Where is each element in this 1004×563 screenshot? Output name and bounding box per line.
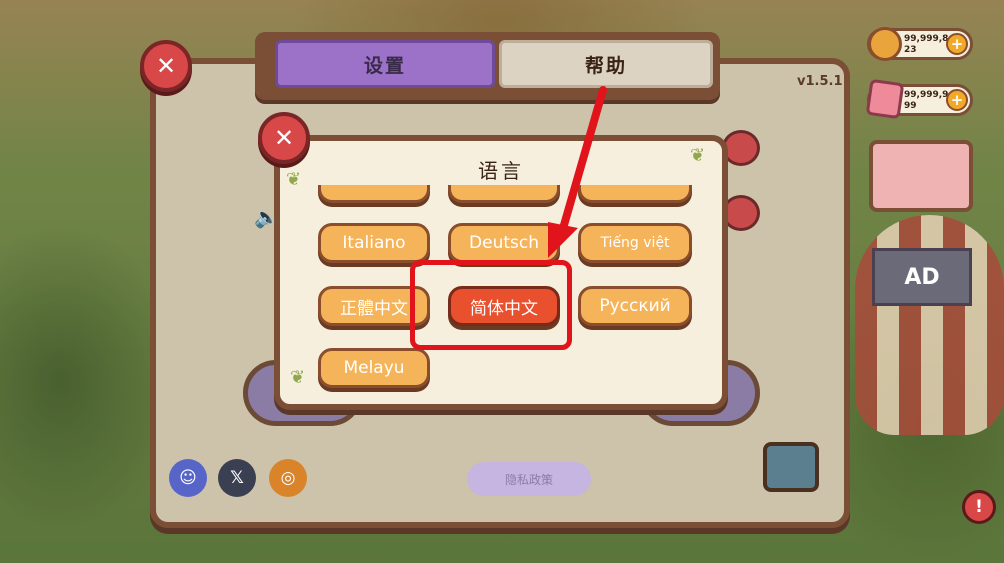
ad-sign[interactable]: AD bbox=[872, 248, 972, 306]
add-coins-button[interactable]: + bbox=[946, 33, 968, 55]
gem-counter: 99,999,9 99 + bbox=[865, 78, 973, 120]
language-dialog-close-button[interactable]: ✕ bbox=[258, 112, 310, 164]
mailbox-button[interactable] bbox=[869, 140, 973, 212]
alert-icon[interactable]: ! bbox=[962, 490, 996, 524]
plus-icon: + bbox=[950, 91, 964, 109]
coin-amount: 99,999,8 23 bbox=[904, 34, 949, 55]
gem-icon bbox=[865, 78, 905, 120]
annotation-arrow bbox=[548, 86, 607, 258]
add-gems-button[interactable]: + bbox=[946, 89, 968, 111]
gem-amount: 99,999,9 99 bbox=[904, 90, 949, 111]
coin-icon bbox=[868, 27, 902, 61]
plus-icon: + bbox=[950, 35, 964, 53]
close-icon: ✕ bbox=[273, 124, 295, 152]
coin-counter: 99,999,8 23 + bbox=[867, 27, 973, 61]
